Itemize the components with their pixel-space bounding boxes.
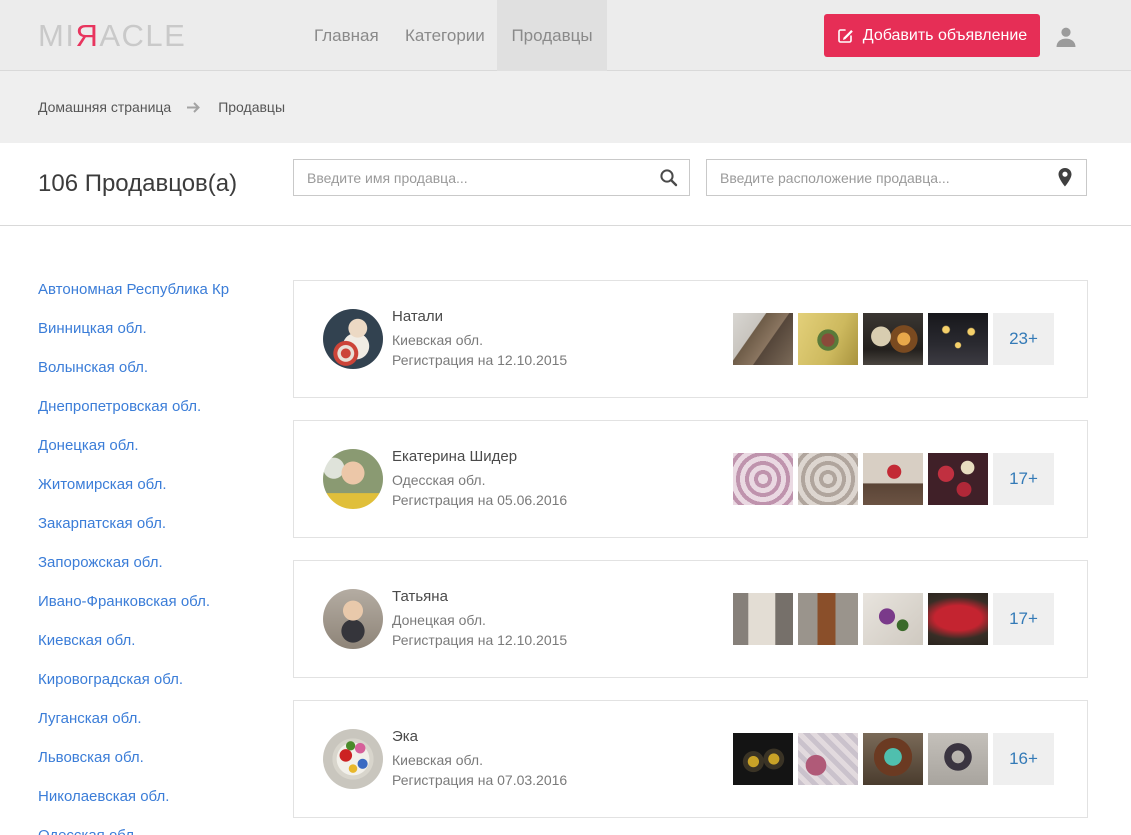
- location-submit-button[interactable]: [1044, 160, 1086, 195]
- seller-name[interactable]: Натали: [392, 308, 567, 325]
- map-pin-icon: [1058, 168, 1072, 187]
- add-listing-button[interactable]: Добавить объявление: [824, 14, 1040, 57]
- sidebar-item-region[interactable]: Ивано-Франковская обл.: [38, 594, 230, 609]
- product-thumbnail[interactable]: [928, 733, 988, 785]
- more-products-badge[interactable]: 17+: [993, 593, 1054, 645]
- product-thumbnail[interactable]: [863, 593, 923, 645]
- sidebar-item-region[interactable]: Луганская обл.: [38, 711, 230, 726]
- product-thumbnail[interactable]: [798, 593, 858, 645]
- sidebar-item-region[interactable]: Волынская обл.: [38, 360, 230, 375]
- sidebar-item-region[interactable]: Донецкая обл.: [38, 438, 230, 453]
- seller-name-input[interactable]: [294, 160, 647, 195]
- seller-registration: Регистрация на 07.03.2016: [392, 772, 568, 788]
- seller-info: Татьяна Донецкая обл. Регистрация на 12.…: [392, 588, 567, 650]
- seller-card[interactable]: Натали Киевская обл. Регистрация на 12.1…: [293, 280, 1088, 398]
- seller-card[interactable]: Эка Киевская обл. Регистрация на 07.03.2…: [293, 700, 1088, 818]
- product-thumbnail[interactable]: [863, 733, 923, 785]
- seller-list: Натали Киевская обл. Регистрация на 12.1…: [293, 280, 1088, 835]
- nav-item-sellers-active[interactable]: Продавцы: [497, 0, 607, 71]
- seller-card[interactable]: Татьяна Донецкая обл. Регистрация на 12.…: [293, 560, 1088, 678]
- nav-item-categories[interactable]: Категории: [405, 0, 485, 71]
- seller-name[interactable]: Татьяна: [392, 588, 567, 605]
- seller-registration: Регистрация на 12.10.2015: [392, 632, 568, 648]
- product-thumbnail[interactable]: [928, 453, 988, 505]
- seller-info: Екатерина Шидер Одесская обл. Регистраци…: [392, 448, 567, 510]
- product-thumbnail[interactable]: [928, 593, 988, 645]
- sidebar-item-region[interactable]: Николаевская обл.: [38, 789, 230, 804]
- main-content: Автономная Республика Крым Винницкая обл…: [0, 226, 1131, 835]
- sidebar-item-region[interactable]: Львовская обл.: [38, 750, 230, 765]
- seller-registration: Регистрация на 05.06.2016: [392, 492, 568, 508]
- logo-prefix: MI: [38, 18, 76, 53]
- product-thumbnail[interactable]: [733, 313, 793, 365]
- more-products-badge[interactable]: 16+: [993, 733, 1054, 785]
- sidebar-item-region[interactable]: Закарпатская обл.: [38, 516, 230, 531]
- breadcrumb-home[interactable]: Домашняя страница: [38, 99, 171, 115]
- seller-products: 23+: [733, 313, 1054, 365]
- user-account-button[interactable]: [1054, 24, 1080, 50]
- seller-info: Натали Киевская обл. Регистрация на 12.1…: [392, 308, 567, 370]
- top-header: MIЯACLE Главная Категории Продавцы Добав…: [0, 0, 1131, 71]
- product-thumbnail[interactable]: [863, 453, 923, 505]
- product-thumbnail[interactable]: [798, 733, 858, 785]
- product-thumbnail[interactable]: [733, 453, 793, 505]
- page-title: 106 Продавцов(а): [38, 170, 238, 197]
- seller-products: 16+: [733, 733, 1054, 785]
- add-listing-label: Добавить объявление: [862, 26, 1028, 44]
- logo-suffix: ACLE: [99, 18, 187, 53]
- region-filter-list: Автономная Республика Крым Винницкая обл…: [38, 282, 230, 835]
- seller-products: 17+: [733, 593, 1054, 645]
- search-submit-button[interactable]: [647, 160, 689, 195]
- product-thumbnail[interactable]: [798, 453, 858, 505]
- seller-name[interactable]: Эка: [392, 728, 567, 745]
- results-toolbar: 106 Продавцов(а): [0, 143, 1131, 226]
- sidebar-item-region[interactable]: Одесская обл.: [38, 828, 230, 835]
- seller-avatar[interactable]: [323, 729, 383, 789]
- product-thumbnail[interactable]: [798, 313, 858, 365]
- seller-location-search: [706, 159, 1087, 196]
- seller-info: Эка Киевская обл. Регистрация на 07.03.2…: [392, 728, 567, 790]
- seller-products: 17+: [733, 453, 1054, 505]
- product-thumbnail[interactable]: [733, 593, 793, 645]
- sidebar-item-region[interactable]: Киевская обл.: [38, 633, 230, 648]
- seller-name[interactable]: Екатерина Шидер: [392, 448, 567, 465]
- nav-item-home[interactable]: Главная: [314, 0, 379, 71]
- sidebar-item-region[interactable]: Винницкая обл.: [38, 321, 230, 336]
- seller-location: Киевская обл.: [392, 752, 483, 768]
- user-icon: [1054, 25, 1080, 49]
- sidebar-item-region[interactable]: Днепропетровская обл.: [38, 399, 230, 414]
- search-icon: [659, 168, 678, 187]
- breadcrumb-current: Продавцы: [218, 99, 286, 115]
- breadcrumb: Домашняя страница Продавцы: [0, 71, 1131, 143]
- more-products-badge[interactable]: 17+: [993, 453, 1054, 505]
- more-products-badge[interactable]: 23+: [993, 313, 1054, 365]
- logo-accent: Я: [75, 18, 100, 53]
- seller-location: Одесская обл.: [392, 472, 486, 488]
- product-thumbnail[interactable]: [928, 313, 988, 365]
- seller-avatar[interactable]: [323, 449, 383, 509]
- seller-avatar[interactable]: [323, 589, 383, 649]
- sidebar-item-region[interactable]: Житомирская обл.: [38, 477, 230, 492]
- seller-location-input[interactable]: [707, 160, 1044, 195]
- site-logo[interactable]: MIЯACLE: [38, 18, 186, 54]
- breadcrumb-arrow-icon: [187, 101, 202, 113]
- product-thumbnail[interactable]: [863, 313, 923, 365]
- product-thumbnail[interactable]: [733, 733, 793, 785]
- seller-location: Донецкая обл.: [392, 612, 486, 628]
- seller-location: Киевская обл.: [392, 332, 483, 348]
- seller-name-search: [293, 159, 690, 196]
- seller-card[interactable]: Екатерина Шидер Одесская обл. Регистраци…: [293, 420, 1088, 538]
- sidebar-item-region[interactable]: Запорожская обл.: [38, 555, 230, 570]
- seller-avatar[interactable]: [323, 309, 383, 369]
- seller-registration: Регистрация на 12.10.2015: [392, 352, 568, 368]
- edit-icon: [837, 27, 854, 44]
- sidebar-item-region[interactable]: Кировоградская обл.: [38, 672, 230, 687]
- sidebar-item-region[interactable]: Автономная Республика Крым: [38, 282, 230, 297]
